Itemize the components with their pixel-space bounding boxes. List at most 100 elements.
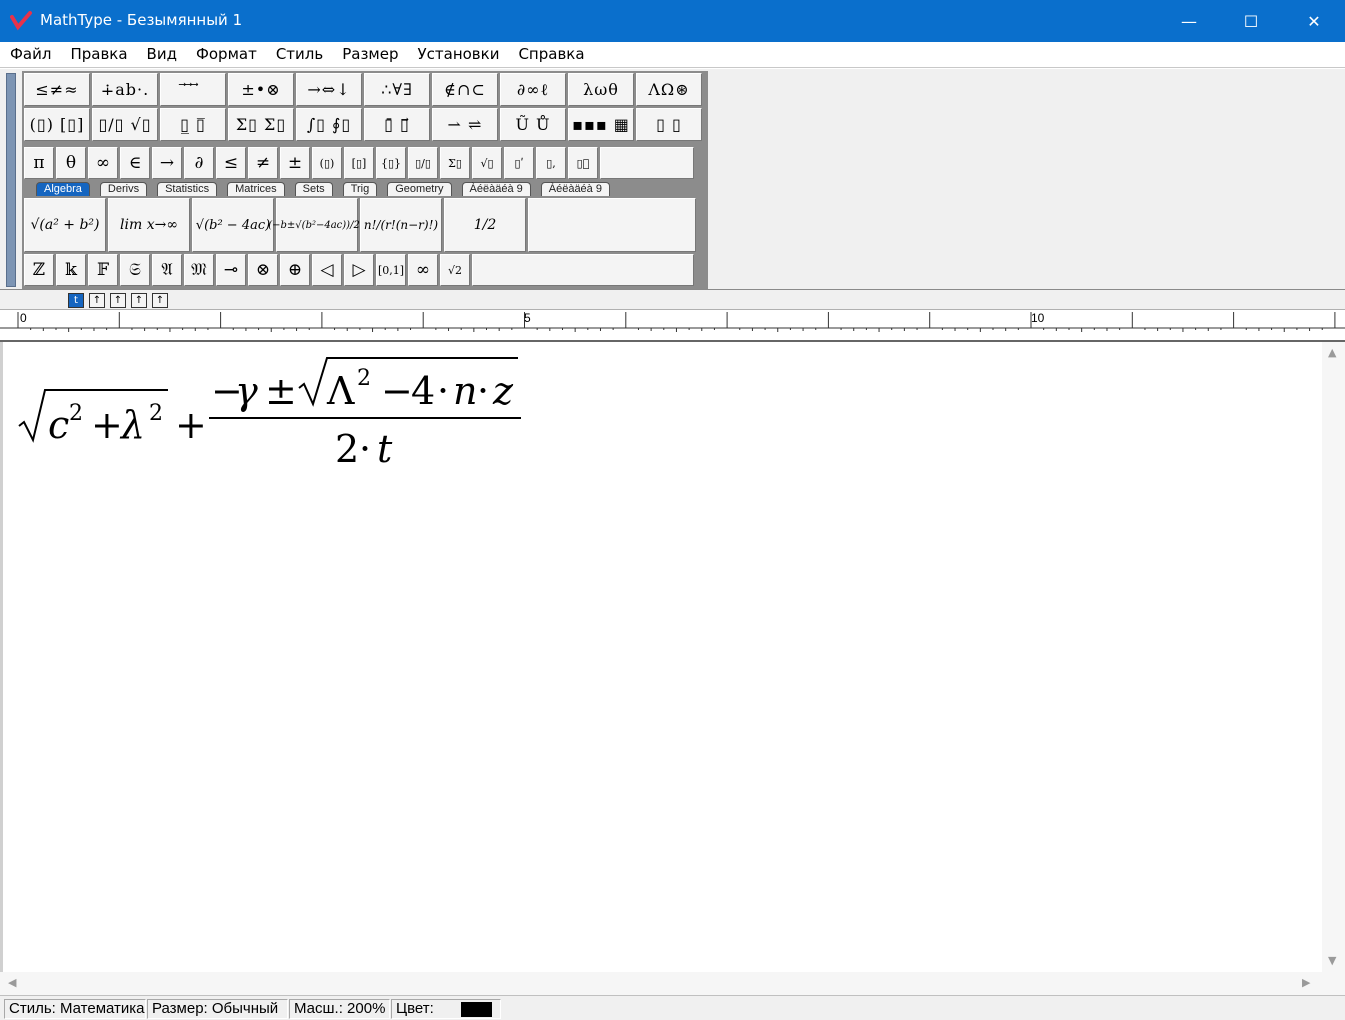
expression-bar-empty-slot[interactable] bbox=[528, 198, 696, 252]
expression-discriminant[interactable]: √(b² − 4ac) bbox=[192, 198, 274, 252]
tab-algebra[interactable]: Algebra bbox=[36, 182, 90, 196]
symbol-not-equal[interactable]: ≠ bbox=[248, 147, 278, 179]
palette-sets[interactable]: ∉∩⊂ bbox=[432, 73, 498, 106]
expression-pythagoras[interactable]: √(a² + b²) bbox=[24, 198, 106, 252]
template-sub-superscript[interactable]: ▯ͦ bbox=[568, 147, 598, 179]
status-size: Размер: Обычный bbox=[147, 999, 288, 1019]
tab-statistics[interactable]: Statistics bbox=[157, 182, 218, 196]
ruler[interactable]: 0 5 10 bbox=[0, 310, 1345, 342]
tab-geometry[interactable]: Geometry bbox=[387, 182, 452, 196]
symbol-theta[interactable]: θ bbox=[56, 147, 86, 179]
symbol-right-triangle[interactable]: ▷ bbox=[344, 254, 374, 286]
symbol-pi[interactable]: π bbox=[24, 147, 54, 179]
menu-preferences[interactable]: Установки bbox=[408, 42, 509, 68]
symbol-bar-empty-slot[interactable] bbox=[600, 147, 694, 179]
nudge-up-4-button[interactable]: ↑ bbox=[152, 293, 168, 308]
symbol-infinity[interactable]: ∞ bbox=[88, 147, 118, 179]
maximize-button[interactable]: ☐ bbox=[1220, 0, 1282, 42]
symbol-fraktur-m[interactable]: 𝔐 bbox=[184, 254, 214, 286]
nudge-up-button[interactable]: ↑ bbox=[89, 293, 105, 308]
template-fraction[interactable]: ▯/▯ bbox=[408, 147, 438, 179]
symbol-blackboard-z[interactable]: ℤ bbox=[24, 254, 54, 286]
palette-logic[interactable]: ∴∀∃ bbox=[364, 73, 430, 106]
tab-sets[interactable]: Sets bbox=[294, 182, 333, 196]
menu-format[interactable]: Формат bbox=[186, 42, 266, 68]
symbol-element-of[interactable]: ∈ bbox=[120, 147, 150, 179]
scroll-down-arrow-icon[interactable]: ▼ bbox=[1328, 954, 1336, 967]
menu-file[interactable]: Файл bbox=[0, 42, 60, 68]
symbol-interval[interactable]: [0,1] bbox=[376, 254, 406, 286]
vertical-scrollbar[interactable]: ▲ ▼ bbox=[1322, 342, 1345, 972]
expression-one-half[interactable]: 1/2 bbox=[444, 198, 526, 252]
tab-derivs[interactable]: Derivs bbox=[99, 182, 148, 196]
scroll-up-arrow-icon[interactable]: ▲ bbox=[1328, 346, 1336, 359]
scroll-left-arrow-icon[interactable]: ◀ bbox=[8, 976, 16, 989]
tab-trig[interactable]: Trig bbox=[342, 182, 378, 196]
expression-limit[interactable]: lim x→∞ bbox=[108, 198, 190, 252]
menu-size[interactable]: Размер bbox=[332, 42, 407, 68]
palette-scripts[interactable]: ▯̲ ▯̅ bbox=[160, 108, 226, 141]
palette-integrals[interactable]: ∫▯ ∮▯ bbox=[296, 108, 362, 141]
symbol-fraktur-f[interactable]: 𝔽 bbox=[88, 254, 118, 286]
nudge-up-2-button[interactable]: ↑ bbox=[110, 293, 126, 308]
equation[interactable]: c 2 + λ 2 + − γ ± Λ 2 − 4 · n · z 2 · t bbox=[13, 352, 533, 482]
template-sum[interactable]: Σ▯ bbox=[440, 147, 470, 179]
equation-editor-area[interactable]: c 2 + λ 2 + − γ ± Λ 2 − 4 · n · z 2 · t bbox=[0, 342, 1322, 972]
svg-text:n: n bbox=[453, 369, 477, 413]
ruler-label-0: 0 bbox=[20, 311, 27, 325]
symbol-circled-times[interactable]: ⊗ bbox=[248, 254, 278, 286]
nudge-up-3-button[interactable]: ↑ bbox=[131, 293, 147, 308]
symbol-fraktur-s[interactable]: 𝔖 bbox=[120, 254, 150, 286]
horizontal-scrollbar[interactable]: ◀ ▶ bbox=[0, 972, 1322, 995]
palette-bars[interactable]: ▯̄ ▯⃗ bbox=[364, 108, 430, 141]
symbol-circled-plus[interactable]: ⊕ bbox=[280, 254, 310, 286]
palette-matrices[interactable]: ▪▪▪ ▦ bbox=[568, 108, 634, 141]
palette-spaces[interactable]: ∔ab·. bbox=[92, 73, 158, 106]
template-sqrt[interactable]: √▯ bbox=[472, 147, 502, 179]
minimize-button[interactable]: — bbox=[1158, 0, 1220, 42]
expression-quadratic-formula[interactable]: (−b±√(b²−4ac))/2a bbox=[268, 198, 366, 252]
tab-tab9[interactable]: Àéëàäéà 9 bbox=[540, 182, 610, 196]
symbol-right-arrow[interactable]: → bbox=[152, 147, 182, 179]
palette-fences[interactable]: (▯) [▯] bbox=[24, 108, 90, 141]
symbol-multimap[interactable]: ⊸ bbox=[216, 254, 246, 286]
symbol-fraktur-a[interactable]: 𝔄 bbox=[152, 254, 182, 286]
palette-fractions-radicals[interactable]: ▯/▯ √▯ bbox=[92, 108, 158, 141]
template-superscript[interactable]: ▯ʹ bbox=[504, 147, 534, 179]
template-brackets[interactable]: [▯] bbox=[344, 147, 374, 179]
tab-tab8[interactable]: Àéëàäéà 9 bbox=[461, 182, 531, 196]
template-braces[interactable]: {▯} bbox=[376, 147, 406, 179]
palette-greek-lower[interactable]: λωθ bbox=[568, 73, 634, 106]
palette-products[interactable]: Ũ Ů bbox=[500, 108, 566, 141]
close-button[interactable]: ✕ bbox=[1283, 0, 1345, 42]
template-parentheses[interactable]: (▯) bbox=[312, 147, 342, 179]
palette-embellishments[interactable]: ⃗ ⃗ ⃗ bbox=[160, 73, 226, 106]
symbol-infinity-2[interactable]: ∞ bbox=[408, 254, 438, 286]
symbol-plus-minus[interactable]: ± bbox=[280, 147, 310, 179]
palette-summations[interactable]: Σ▯ Σ▯ bbox=[228, 108, 294, 141]
menu-help[interactable]: Справка bbox=[508, 42, 593, 68]
palette-greek-upper[interactable]: ΛΩ⊛ bbox=[636, 73, 702, 106]
palette-operators[interactable]: ±•⊗ bbox=[228, 73, 294, 106]
template-subscript[interactable]: ▯, bbox=[536, 147, 566, 179]
symbol-partial[interactable]: ∂ bbox=[184, 147, 214, 179]
menu-view[interactable]: Вид bbox=[137, 42, 186, 68]
toolbar-grip[interactable] bbox=[6, 73, 16, 287]
palette-misc[interactable]: ∂∞ℓ bbox=[500, 73, 566, 106]
scroll-right-arrow-icon[interactable]: ▶ bbox=[1302, 976, 1310, 989]
nudge-text-button[interactable]: t bbox=[68, 293, 84, 308]
menu-style[interactable]: Стиль bbox=[266, 42, 332, 68]
menu-edit[interactable]: Правка bbox=[60, 42, 136, 68]
symbol-bar-2-empty-slot[interactable] bbox=[472, 254, 694, 286]
palette-relations[interactable]: ≤≠≈ bbox=[24, 73, 90, 106]
tab-matrices[interactable]: Matrices bbox=[227, 182, 285, 196]
symbol-blackboard-k[interactable]: 𝕜 bbox=[56, 254, 86, 286]
palette-labeled-arrows[interactable]: ⇀ ⇌ bbox=[432, 108, 498, 141]
title-bar: MathType - Безымянный 1 — ☐ ✕ bbox=[0, 0, 1345, 42]
symbol-less-equal[interactable]: ≤ bbox=[216, 147, 246, 179]
symbol-sqrt-two[interactable]: √2 bbox=[440, 254, 470, 286]
palette-arrows[interactable]: →⇔↓ bbox=[296, 73, 362, 106]
expression-binomial[interactable]: n!/(r!(n−r)!) bbox=[360, 198, 442, 252]
palette-boxes[interactable]: ▯ ▯ bbox=[636, 108, 702, 141]
symbol-left-triangle[interactable]: ◁ bbox=[312, 254, 342, 286]
